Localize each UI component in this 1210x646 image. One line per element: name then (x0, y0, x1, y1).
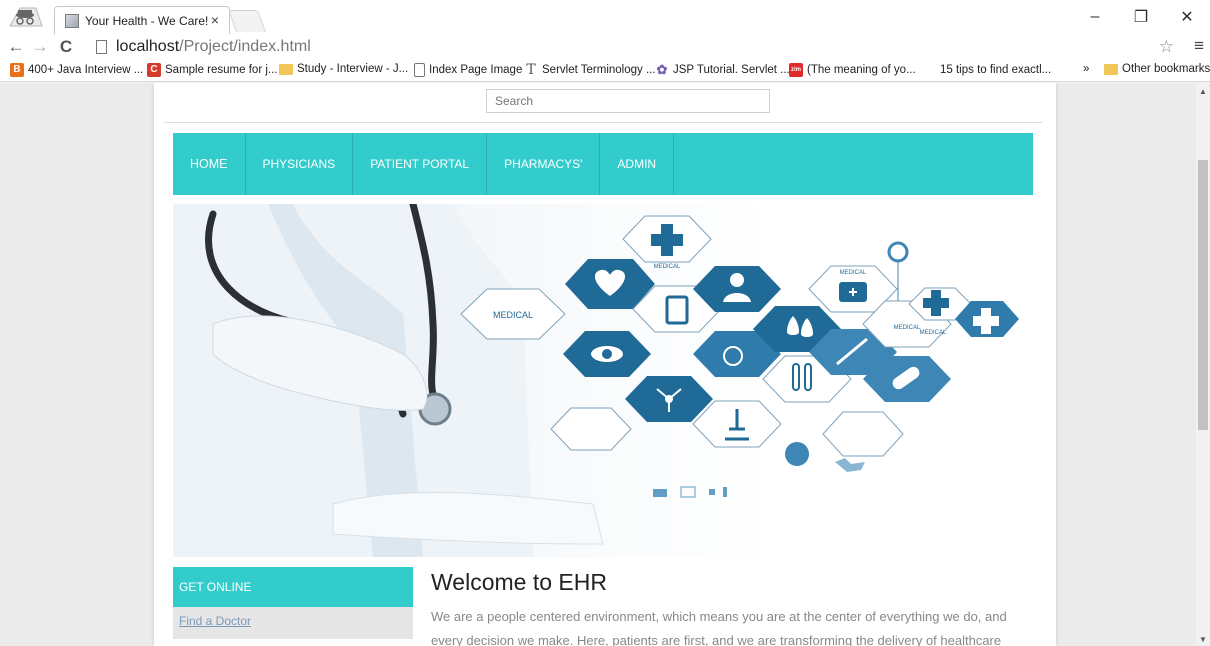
bookmark-item[interactable]: 15 tips to find exactl... (922, 63, 1051, 77)
url-path: /Project/index.html (179, 38, 311, 55)
t-icon: T (526, 62, 536, 78)
blogger-icon: B (10, 63, 24, 77)
window-controls: – ❐ ✕ (1072, 0, 1210, 34)
browser-tab[interactable]: Your Health - We Care! × (54, 6, 230, 34)
scrollbar[interactable]: ▲ ▼ (1196, 83, 1210, 646)
nav-patient-portal[interactable]: PATIENT PORTAL (353, 133, 488, 195)
hex-label: MEDICAL (493, 310, 533, 320)
c-icon: C (147, 63, 161, 77)
search-placeholder: Search (495, 94, 534, 108)
forward-button[interactable]: → (30, 36, 50, 58)
hero-image: MEDICAL MEDICAL MEDICAL MEDICAL MEDICAL … (173, 204, 1033, 557)
nav-pharmacys[interactable]: PHARMACYS' (487, 133, 601, 195)
bookmark-label: JSP Tutorial. Servlet ... (673, 64, 790, 76)
lower-hand (332, 491, 604, 545)
new-tab-button[interactable] (227, 10, 267, 32)
page-viewport: Search HOME PHYSICIANS PATIENT PORTAL PH… (0, 83, 1196, 646)
bookmark-item[interactable]: T Servlet Terminology ... (524, 62, 656, 78)
scroll-thumb[interactable] (1198, 160, 1208, 430)
bookmark-item[interactable]: Study - Interview - J... (279, 63, 408, 75)
jsp-icon: ✿ (656, 62, 668, 77)
bookmark-label: 400+ Java Interview ... (28, 64, 144, 76)
hex-label: MEDICAL (840, 270, 867, 276)
hex-label: MEDICAL (654, 264, 681, 270)
main-nav: HOME PHYSICIANS PATIENT PORTAL PHARMACYS… (173, 133, 1033, 195)
divider (164, 122, 1042, 123)
folder-icon (1104, 63, 1118, 75)
page-container: Search HOME PHYSICIANS PATIENT PORTAL PH… (154, 83, 1056, 646)
bookmark-label: Servlet Terminology ... (542, 64, 656, 76)
welcome-title: Welcome to EHR (431, 569, 607, 595)
nav-admin[interactable]: ADMIN (600, 133, 675, 195)
menu-icon[interactable]: ≡ (1194, 36, 1204, 56)
blank-icon (922, 63, 936, 77)
url-host: localhost (116, 38, 180, 55)
world-map-icon (835, 458, 865, 472)
bookmark-star-icon[interactable]: ☆ (1159, 37, 1174, 57)
search-input[interactable]: Search (486, 89, 770, 113)
bookmark-item[interactable]: C Sample resume for j... (147, 63, 277, 77)
site-favicon-icon (65, 14, 79, 28)
nav-home[interactable]: HOME (173, 133, 246, 195)
bookmark-item[interactable]: B 400+ Java Interview ... (10, 63, 143, 77)
tab-title: Your Health - We Care! (85, 14, 209, 28)
hero-illustration: MEDICAL MEDICAL MEDICAL MEDICAL MEDICAL … (173, 204, 1019, 557)
close-window-button[interactable]: ✕ (1164, 0, 1210, 34)
other-bookmarks[interactable]: Other bookmarks (1104, 63, 1210, 75)
address-bar[interactable]: localhost/Project/index.html ☆ (86, 35, 1192, 59)
bookmark-label: Sample resume for j... (165, 64, 278, 76)
bookmark-label: Index Page Image (429, 64, 523, 76)
bookmark-label: (The meaning of yo... (807, 64, 916, 76)
hex-label: MEDICAL (977, 348, 999, 354)
person-icon (730, 273, 744, 287)
browser-tabstrip: Your Health - We Care! × – ❐ ✕ (0, 0, 1210, 34)
sidebar-heading: GET ONLINE (173, 567, 413, 607)
bookmark-item[interactable]: ✿ JSP Tutorial. Servlet ... (655, 63, 790, 77)
bookmark-label: 15 tips to find exactl... (940, 64, 1052, 76)
small-device-icons (653, 486, 727, 498)
medical-hexagons: MEDICAL MEDICAL MEDICAL MEDICAL MEDICAL … (460, 215, 1019, 472)
bookmarks-overflow-button[interactable]: » (1083, 63, 1089, 75)
minimize-button[interactable]: – (1072, 0, 1118, 34)
other-bookmarks-label: Other bookmarks (1122, 63, 1210, 75)
hex-label: MEDICAL (894, 325, 921, 331)
scroll-up-icon[interactable]: ▲ (1199, 87, 1207, 96)
reload-button[interactable]: C (56, 36, 76, 58)
bookmark-item[interactable]: zim (The meaning of yo... (789, 63, 916, 77)
nav-physicians[interactable]: PHYSICIANS (246, 133, 354, 195)
url-text: localhost/Project/index.html (116, 38, 311, 56)
pin-icon (887, 241, 909, 263)
sidebar-item-find-doctor: Find a Doctor (173, 607, 413, 639)
restore-button[interactable]: ❐ (1118, 0, 1164, 34)
close-tab-icon[interactable]: × (211, 12, 219, 28)
scroll-down-icon[interactable]: ▼ (1199, 635, 1207, 644)
virus-icon (785, 442, 809, 466)
hex-label: MEDICAL (920, 330, 947, 336)
folder-icon (279, 63, 293, 75)
page-icon (414, 63, 425, 77)
find-doctor-link[interactable]: Find a Doctor (179, 614, 251, 628)
bookmark-label: Study - Interview - J... (297, 63, 409, 75)
back-button[interactable]: ← (6, 36, 26, 58)
bookmarks-bar: B 400+ Java Interview ... C Sample resume … (0, 60, 1210, 82)
welcome-text: We are a people centered environment, wh… (431, 609, 1007, 646)
zimbio-icon: zim (789, 63, 803, 77)
page-icon (96, 40, 107, 54)
browser-toolbar: ← → C localhost/Project/index.html ☆ ≡ (0, 34, 1210, 60)
bookmark-item[interactable]: Index Page Image (414, 63, 522, 77)
incognito-icon (6, 4, 44, 30)
